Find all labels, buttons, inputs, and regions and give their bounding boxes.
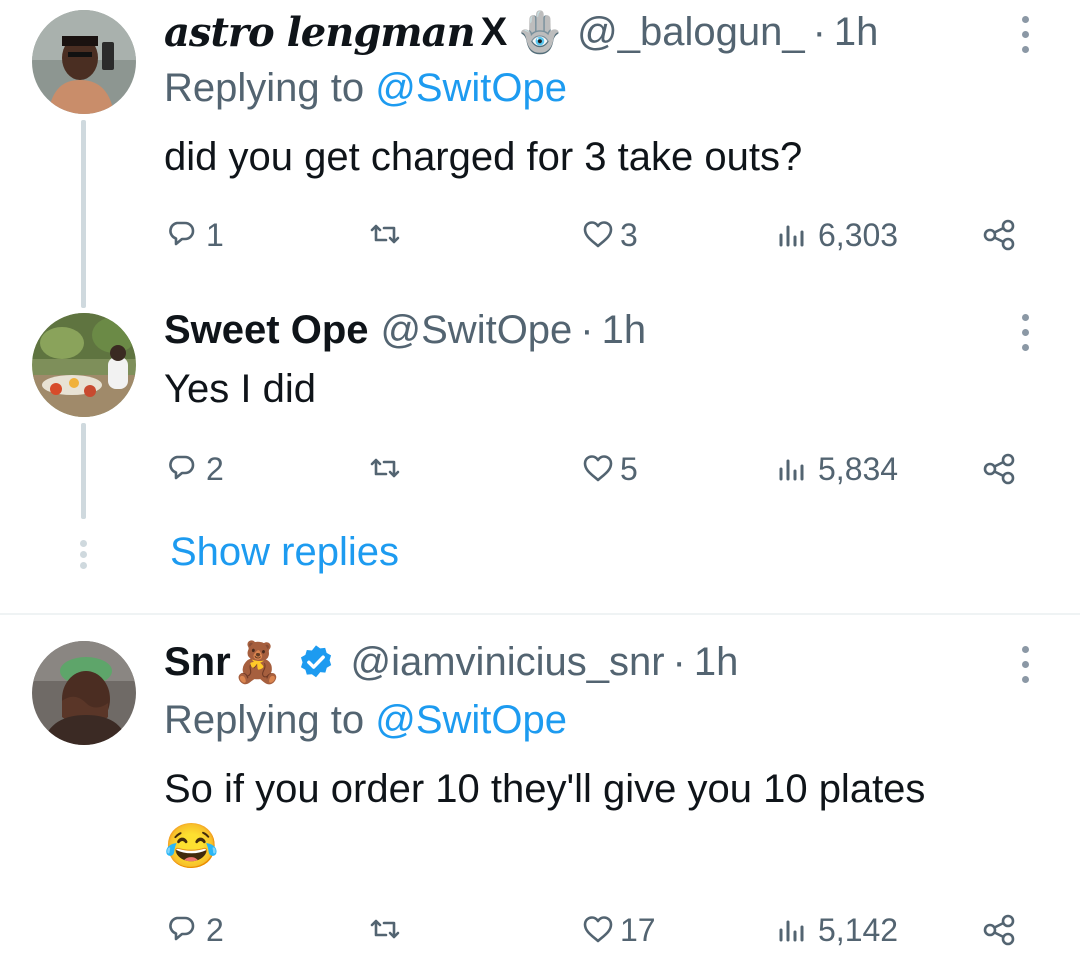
retweet-icon — [370, 919, 400, 939]
more-icon[interactable] — [1010, 12, 1040, 62]
separator-dot: · — [812, 9, 826, 54]
like-icon — [583, 455, 613, 482]
views-count: 5,142 — [818, 911, 899, 948]
like-button[interactable]: 5 — [580, 444, 638, 494]
retweet-button[interactable] — [368, 444, 402, 494]
replying-handle-link[interactable]: @SwitOpe — [375, 698, 567, 742]
tweet-text: So if you order 10 they'll give you 10 p… — [164, 767, 926, 811]
reply-button[interactable]: 1 — [168, 210, 224, 260]
retweet-button[interactable] — [368, 210, 402, 260]
reply-count: 2 — [206, 911, 224, 948]
display-name[interactable]: astro lengman — [164, 9, 476, 56]
teddy-bear-emoji: 🧸 — [232, 640, 283, 685]
share-button[interactable] — [980, 905, 1018, 955]
thread-line — [81, 423, 86, 519]
reply-button[interactable]: 2 — [168, 905, 224, 955]
separator-dot: · — [672, 639, 686, 684]
share-button[interactable] — [980, 210, 1018, 260]
avatar[interactable] — [32, 313, 136, 417]
thread-line — [81, 120, 86, 308]
retweet-icon — [370, 458, 400, 478]
tweet-actions: 2 17 5,142 — [164, 905, 1044, 955]
replying-to: Replying to @SwitOpe — [164, 66, 567, 111]
like-button[interactable]: 3 — [580, 210, 638, 260]
views-button[interactable]: 5,142 — [776, 905, 898, 955]
share-icon — [983, 914, 1015, 946]
reply-icon — [169, 455, 195, 480]
views-button[interactable]: 6,303 — [776, 210, 898, 260]
like-count: 17 — [620, 911, 656, 948]
like-button[interactable]: 17 — [580, 905, 656, 955]
like-icon — [583, 916, 613, 943]
like-count: 5 — [620, 450, 638, 487]
verified-badge-icon — [297, 643, 335, 681]
reply-count: 1 — [206, 216, 224, 253]
tweet-actions: 1 3 6,303 — [164, 210, 1044, 260]
share-button[interactable] — [980, 444, 1018, 494]
replying-label: Replying to — [164, 698, 365, 742]
share-icon — [983, 219, 1015, 251]
avatar[interactable] — [32, 10, 136, 114]
like-count: 3 — [620, 216, 638, 253]
display-name[interactable]: Snr — [164, 640, 231, 685]
share-icon — [983, 453, 1015, 485]
user-handle[interactable]: @_balogun_ — [577, 10, 804, 55]
show-replies-link[interactable]: Show replies — [170, 530, 399, 575]
tweet-header: astro lengman X 🪬 @_balogun_ · 1h — [164, 7, 878, 57]
replying-to: Replying to @SwitOpe — [164, 698, 567, 743]
display-name-suffix: X — [480, 9, 508, 54]
tweet-actions: 2 5 5,834 — [164, 444, 1044, 494]
replying-handle-link[interactable]: @SwitOpe — [375, 66, 567, 110]
avatar[interactable] — [32, 641, 136, 745]
views-icon — [779, 225, 804, 247]
timestamp[interactable]: 1h — [834, 10, 879, 55]
replying-label: Replying to — [164, 66, 365, 110]
retweet-button[interactable] — [368, 905, 402, 955]
like-icon — [583, 221, 613, 248]
user-handle[interactable]: @SwitOpe — [381, 308, 573, 353]
display-name[interactable]: Sweet Ope — [164, 308, 369, 353]
tweet-text-emoji: 😂 — [164, 822, 219, 871]
more-icon[interactable] — [1010, 642, 1040, 692]
views-icon — [779, 459, 804, 481]
thread-continuation-dots — [80, 540, 87, 573]
views-count: 5,834 — [818, 450, 899, 487]
timestamp[interactable]: 1h — [694, 640, 739, 685]
reply-icon — [169, 916, 195, 941]
more-icon[interactable] — [1010, 310, 1040, 360]
views-button[interactable]: 5,834 — [776, 444, 898, 494]
timestamp[interactable]: 1h — [602, 308, 647, 353]
retweet-icon — [370, 224, 400, 244]
views-icon — [779, 920, 804, 942]
hamsa-emoji: 🪬 — [515, 10, 566, 55]
tweet-text: Yes I did — [164, 367, 316, 411]
tweet-header: Sweet Ope @SwitOpe · 1h — [164, 305, 646, 355]
tweet-header: Snr 🧸 @iamvinicius_snr · 1h — [164, 637, 738, 687]
reply-button[interactable]: 2 — [168, 444, 224, 494]
divider — [0, 613, 1080, 615]
views-count: 6,303 — [818, 216, 899, 253]
reply-count: 2 — [206, 450, 224, 487]
separator-dot: · — [580, 307, 594, 352]
reply-icon — [169, 221, 195, 246]
user-handle[interactable]: @iamvinicius_snr — [351, 640, 665, 685]
tweet-text: did you get charged for 3 take outs? — [164, 135, 803, 179]
